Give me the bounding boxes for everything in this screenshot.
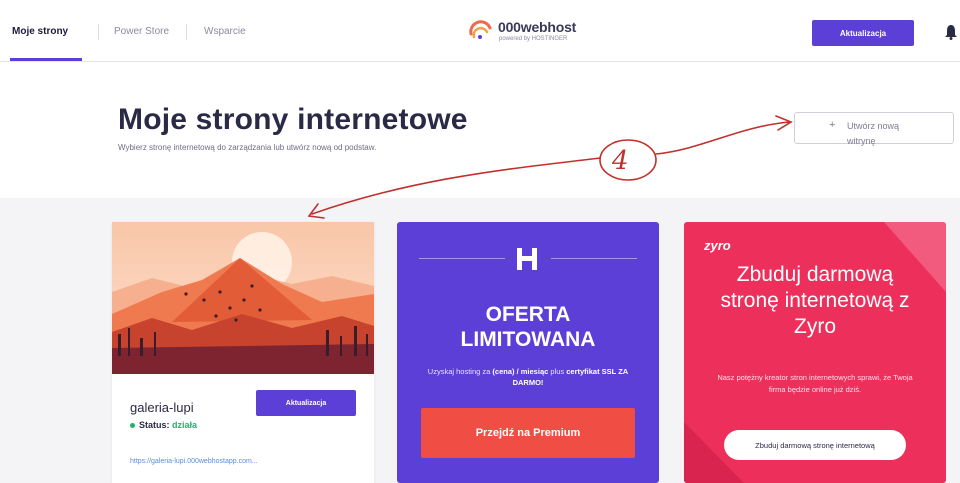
zyro-title: Zbuduj darmową stronę internetową z Zyro — [720, 263, 910, 338]
create-new-site-label: Utwórz nową witrynę — [847, 121, 900, 146]
create-new-site-button[interactable]: + Utwórz nową witrynę — [794, 112, 954, 146]
tab-my-sites[interactable]: Moje strony — [12, 26, 68, 37]
offer-description: Uzyskaj hosting za (cena) / miesiąc plus… — [417, 366, 639, 388]
brand-logo-icon — [469, 20, 492, 39]
go-premium-button[interactable]: Przejdź na Premium — [421, 408, 635, 458]
offer-price: (cena) / miesiąc — [492, 367, 549, 376]
status-label: Status: — [139, 420, 170, 430]
offer-title: OFERTA LIMITOWANA — [397, 302, 659, 352]
premium-offer-card: OFERTA LIMITOWANA Uzyskaj hosting za (ce… — [397, 222, 659, 483]
nav-divider — [186, 24, 187, 40]
brand-tagline: powered by HOSTINGER — [499, 36, 568, 42]
site-status: Status: działa — [130, 420, 197, 430]
offer-title-line-1: OFERTA — [485, 303, 571, 326]
nav-divider — [98, 24, 99, 40]
annotation-number: 4 — [612, 146, 629, 176]
site-url-link[interactable]: https://galeria-lupi.000webhostapp.com..… — [130, 458, 258, 465]
divider — [551, 258, 637, 259]
active-tab-indicator — [10, 58, 82, 61]
zyro-logo: zyro — [704, 238, 731, 253]
brand-logo[interactable]: 000webhost powered by HOSTINGER — [468, 18, 608, 46]
tab-power-store[interactable]: Power Store — [114, 26, 169, 37]
status-value: działa — [172, 420, 198, 430]
status-dot-icon — [130, 423, 135, 429]
annotation-arrowhead-left — [307, 203, 325, 219]
page-title: Moje strony internetowe — [118, 103, 468, 136]
bell-icon[interactable] — [944, 24, 958, 40]
page-header: Moje strony internetowe Wybierz stronę i… — [0, 62, 960, 198]
build-free-site-button[interactable]: Zbuduj darmową stronę internetową — [724, 430, 906, 460]
site-upgrade-button[interactable]: Aktualizacja — [256, 390, 356, 416]
top-navigation: Moje strony Power Store Wsparcie 000webh… — [0, 0, 960, 62]
hostinger-logo-icon — [517, 248, 537, 270]
site-thumbnail — [112, 222, 374, 374]
site-name[interactable]: galeria-lupi — [130, 400, 194, 415]
tab-support[interactable]: Wsparcie — [204, 26, 246, 37]
page-subtitle: Wybierz stronę internetową do zarządzani… — [118, 143, 377, 152]
plus-icon: + — [829, 119, 836, 131]
zyro-card: zyro Zbuduj darmową stronę internetową z… — [684, 222, 946, 483]
brand-name: 000webhost — [498, 19, 577, 35]
zyro-description: Nasz potężny kreator stron internetowych… — [717, 373, 913, 394]
offer-text-part-2: plus — [548, 367, 567, 376]
site-card[interactable]: galeria-lupi Status: działa Aktualizacja… — [112, 222, 374, 483]
offer-title-line-2: LIMITOWANA — [460, 328, 596, 351]
divider — [419, 258, 505, 259]
offer-text-part-1: Uzyskaj hosting za — [427, 367, 493, 376]
upgrade-button[interactable]: Aktualizacja — [812, 20, 914, 46]
